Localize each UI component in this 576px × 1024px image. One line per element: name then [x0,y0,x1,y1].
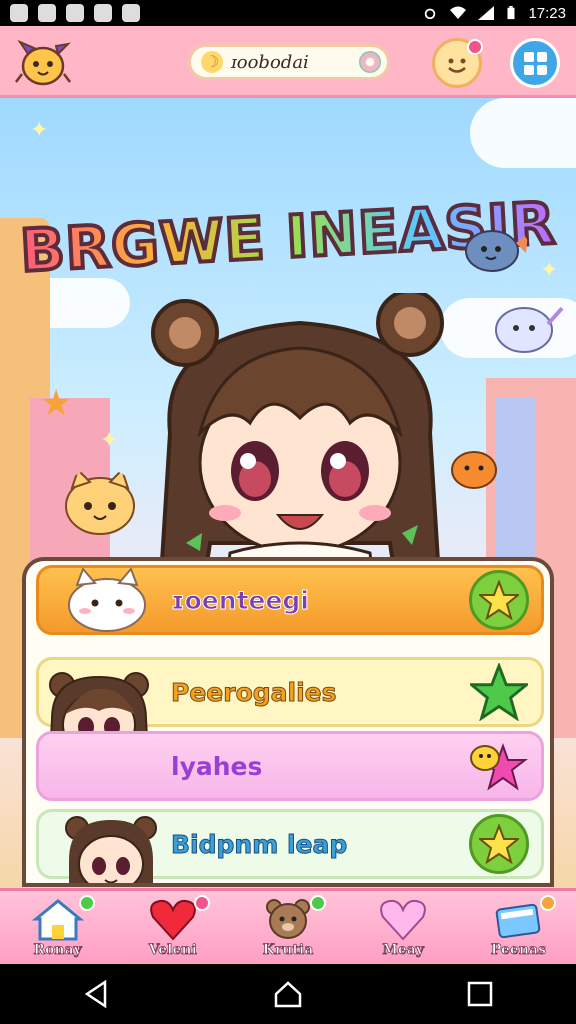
bottom-nav: Ronay Veleni Krutia Meay Peenas [0,888,576,964]
notification-icon [122,4,140,22]
orange-critter [451,451,497,489]
white-cat-avatar [68,567,146,632]
chibi-girl-avatar-small [65,816,157,883]
nav-item-cards[interactable]: Peenas [461,891,576,964]
nav-label: Veleni [148,942,197,959]
notification-icon [38,4,56,22]
grid-icon-cell [536,64,547,75]
nav-badge [194,895,211,911]
nav-badge [540,895,557,911]
house-icon [31,899,84,941]
grid-icon-cell [523,51,534,62]
crescent-icon: ☽ [201,51,223,73]
heart-icon [149,899,196,941]
star-button[interactable] [469,736,529,796]
profile-face-button[interactable] [432,38,483,88]
ghost-critter [495,300,570,353]
bear-icon [266,899,310,939]
status-time: 17:23 [528,4,566,22]
pink-heart-icon [380,899,427,941]
notification-icon [10,4,28,22]
status-bar: 17:23 [0,0,576,26]
green-star-icon [470,663,528,721]
menu-item-label: Bidpnm leap [170,829,348,859]
nav-item-friends[interactable]: Krutia [230,891,345,964]
alarm-icon [425,8,436,20]
menu-item-label: ɪoenteegi [171,585,310,615]
nav-label: Krutia [262,942,314,959]
cat-critter [65,468,135,535]
notification-icon [94,4,112,22]
nav-item-messages[interactable]: Meay [346,891,461,964]
menu-item-label: lyahes [171,751,263,781]
nav-item-home[interactable]: Ronay [0,891,115,964]
donut-icon [359,51,381,73]
back-button[interactable] [76,974,116,1014]
sparkle-icon: ✦ [100,428,119,453]
pink-star-critter-icon [470,743,528,791]
star-button[interactable] [469,662,529,722]
grid-icon-cell [536,51,547,62]
menu-panel: ɪoenteegi Peerogalies lyahes Bidpnm leap [22,557,554,887]
star-button[interactable] [469,814,529,874]
nav-label: Ronay [33,942,82,959]
sparkle-icon: ✦ [30,118,49,143]
star-icon [479,580,519,620]
notification-icons [10,4,140,22]
signal-icon [478,6,495,20]
nav-badge [309,895,326,911]
star-icon [479,824,519,864]
notification-icon [66,4,84,22]
cloud [470,98,576,168]
menu-item-4[interactable]: Bidpnm leap [36,809,544,883]
nav-label: Meay [382,942,425,959]
nav-badge [79,895,96,911]
wifi-icon [450,6,467,19]
star-icon: ★ [40,383,73,424]
nav-label: Peenas [490,942,546,959]
recents-button[interactable] [460,974,500,1014]
blue-fish-critter [465,230,528,272]
menu-item-3[interactable]: lyahes [36,731,544,801]
mascot-icon[interactable] [14,34,72,90]
card-icon [496,903,541,939]
back-icon [84,980,107,1008]
battery-icon [507,6,515,20]
grid-icon-cell [523,64,534,75]
nav-item-favorites[interactable]: Veleni [115,891,230,964]
notification-badge [467,39,483,55]
menu-item-label: Peerogalies [170,677,337,707]
home-icon [274,981,302,1008]
home-button[interactable] [268,974,308,1014]
grid-menu-button[interactable] [510,38,560,88]
recents-icon [467,981,493,1007]
search-pill-text: ɪoobodai [231,51,309,73]
top-bar: ☽ ɪoobodai [0,26,576,98]
sparkle-icon: ✦ [540,258,559,283]
system-nav-bar [0,964,576,1024]
star-button[interactable] [469,570,529,630]
menu-item-1[interactable]: ɪoenteegi [36,565,544,635]
search-pill[interactable]: ☽ ɪoobodai [188,44,390,80]
